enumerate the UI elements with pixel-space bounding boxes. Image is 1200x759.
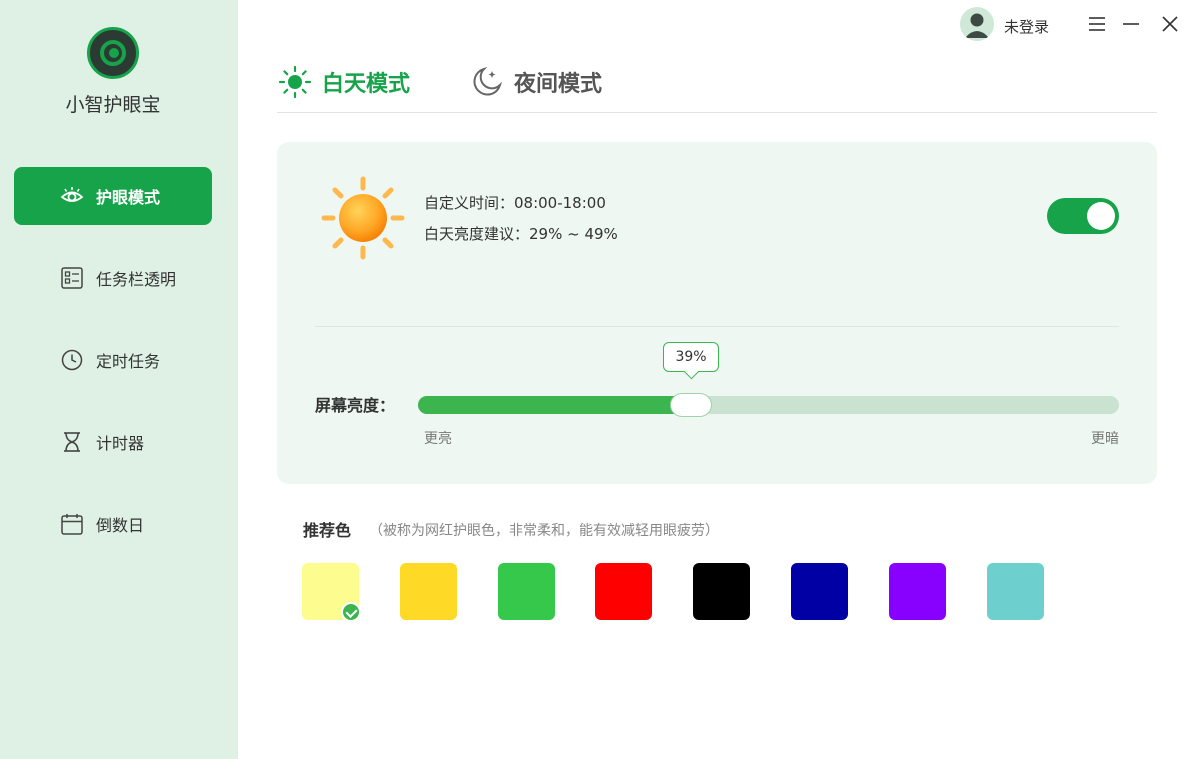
slider-thumb[interactable] (670, 393, 712, 417)
sidebar-item-scheduled-task[interactable]: 定时任务 (14, 331, 212, 389)
sidebar-item-countdown[interactable]: 倒数日 (14, 495, 212, 553)
logo-pupil (109, 48, 119, 58)
menu-icon (1089, 17, 1105, 31)
tab-label: 夜间模式 (514, 72, 603, 97)
sidebar-item-eye-mode[interactable]: 护眼模式 (14, 167, 212, 225)
scale-brighter-label: 更亮 (424, 431, 452, 447)
toggle-knob (1087, 202, 1115, 230)
tab-label: 白天模式 (322, 72, 411, 97)
card-divider (315, 326, 1119, 327)
recommended-colors-note: （被称为网红护眼色，非常柔和，能有效减轻用眼疲劳） (369, 523, 719, 539)
day-mode-toggle[interactable] (1047, 198, 1119, 234)
custom-time-text: 自定义时间：08:00-18:00 (424, 194, 606, 212)
sun-illustration-icon (321, 176, 405, 260)
sidebar-item-label: 计时器 (96, 434, 145, 453)
color-swatch[interactable] (498, 563, 555, 620)
color-swatch[interactable] (595, 563, 652, 620)
brightness-label: 屏幕亮度： (315, 396, 396, 415)
tab-day-mode[interactable]: 白天模式 (278, 64, 410, 100)
color-swatch[interactable] (791, 563, 848, 620)
tab-night-mode[interactable]: 夜间模式 (470, 64, 602, 100)
minimize-icon (1123, 23, 1139, 25)
color-swatch[interactable] (987, 563, 1044, 620)
menu-button[interactable] (1086, 13, 1108, 35)
brightness-suggestion-text: 白天亮度建议：29% ~ 49% (424, 225, 618, 243)
brightness-slider[interactable]: 39% (418, 342, 1119, 417)
login-status-label[interactable]: 未登录 (1004, 16, 1049, 37)
sidebar-item-timer[interactable]: 计时器 (14, 413, 212, 471)
hourglass-icon (64, 432, 80, 452)
avatar[interactable] (960, 7, 994, 41)
color-swatch[interactable] (889, 563, 946, 620)
minimize-button[interactable] (1120, 13, 1142, 35)
day-mode-card: 自定义时间：08:00-18:00 白天亮度建议：29% ~ 49% 屏幕亮度：… (277, 142, 1157, 484)
taskbar-icon (61, 267, 83, 289)
recommended-colors-title: 推荐色 (303, 521, 352, 540)
sidebar: 小智护眼宝 护眼模式 任务栏透明 定时任务 计时器 倒数日 (0, 0, 238, 759)
sun-icon (278, 65, 312, 99)
eye-icon (60, 187, 84, 202)
close-icon (1162, 16, 1178, 32)
app-logo-icon (87, 27, 139, 79)
tab-divider (277, 112, 1157, 113)
close-button[interactable] (1159, 13, 1181, 35)
color-swatch[interactable] (693, 563, 750, 620)
brightness-value-tooltip: 39% (663, 342, 719, 372)
sidebar-item-label: 倒数日 (96, 516, 145, 535)
app-name: 小智护眼宝 (65, 94, 161, 116)
moon-icon (473, 67, 502, 96)
slider-fill (418, 396, 691, 414)
color-swatch[interactable] (400, 563, 457, 620)
scale-darker-label: 更暗 (1091, 431, 1119, 447)
sidebar-item-taskbar-transparent[interactable]: 任务栏透明 (14, 249, 212, 307)
calendar-icon (61, 514, 83, 535)
user-icon (965, 13, 989, 38)
color-swatch[interactable] (302, 563, 361, 622)
sidebar-item-label: 定时任务 (96, 352, 161, 371)
sidebar-item-label: 护眼模式 (96, 188, 161, 207)
sidebar-item-label: 任务栏透明 (96, 270, 177, 289)
selected-check-icon (341, 602, 361, 622)
clock-icon (61, 349, 83, 371)
